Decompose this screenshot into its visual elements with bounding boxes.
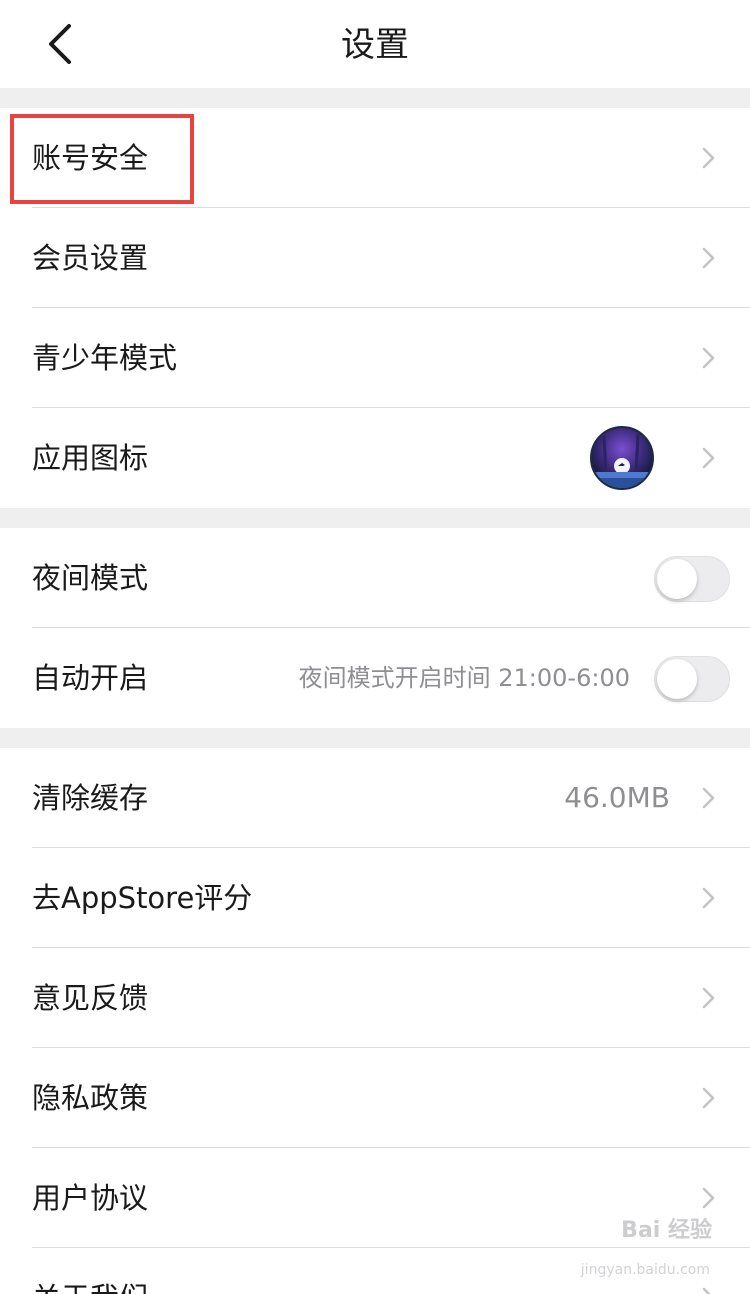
section-gap: [0, 88, 750, 108]
settings-row-feedback[interactable]: 意见反馈: [0, 948, 750, 1048]
night-scene-icon: [592, 428, 652, 488]
toggle-knob: [657, 559, 697, 599]
chevron-right-icon: [702, 1187, 715, 1209]
settings-row-appstore-rating[interactable]: 去AppStore评分: [0, 848, 750, 948]
chevron-right-icon: [702, 787, 715, 809]
row-label: 用户协议: [32, 1181, 149, 1215]
chevron-right-icon: [702, 447, 715, 469]
row-label: 意见反馈: [32, 981, 149, 1015]
row-label: 会员设置: [32, 241, 149, 275]
row-label: 应用图标: [32, 441, 149, 475]
row-label: 关于我们: [32, 1248, 148, 1294]
page-title: 设置: [341, 25, 409, 65]
chevron-right-icon: [702, 247, 715, 269]
chevron-right-icon: [702, 887, 715, 909]
toggle-knob: [657, 659, 697, 699]
settings-row-privacy-policy[interactable]: 隐私政策: [0, 1048, 750, 1148]
settings-row-app-icon[interactable]: 应用图标: [0, 408, 750, 508]
chevron-right-icon: [702, 1087, 715, 1109]
app-icon-preview: [590, 426, 654, 490]
night-mode-toggle[interactable]: [654, 556, 730, 602]
chevron-right-icon: [702, 147, 715, 169]
settings-row-account-security[interactable]: 账号安全: [0, 108, 750, 208]
row-label: 隐私政策: [32, 1081, 149, 1115]
settings-row-youth-mode[interactable]: 青少年模式: [0, 308, 750, 408]
baidu-watermark-logo: Bai 经验: [621, 1218, 712, 1243]
row-label: 夜间模式: [32, 561, 149, 595]
chevron-right-icon: [702, 347, 715, 369]
night-schedule-text: 夜间模式开启时间 21:00-6:00: [298, 664, 630, 692]
chevron-right-icon: [702, 987, 715, 1009]
row-label: 去AppStore评分: [32, 881, 253, 915]
chevron-right-icon: [702, 1287, 711, 1294]
settings-row-clear-cache[interactable]: 清除缓存 46.0MB: [0, 748, 750, 848]
settings-row-membership[interactable]: 会员设置: [0, 208, 750, 308]
row-label: 账号安全: [32, 141, 149, 175]
section-gap: [0, 728, 750, 748]
cache-size-value: 46.0MB: [564, 781, 670, 814]
row-label: 自动开启: [32, 661, 149, 695]
section-gap: [0, 508, 750, 528]
settings-row-auto-enable: 自动开启 夜间模式开启时间 21:00-6:00: [0, 628, 750, 728]
row-label: 青少年模式: [32, 341, 178, 375]
row-label: 清除缓存: [32, 781, 149, 815]
baidu-watermark-url: jingyan.baidu.com: [580, 1262, 710, 1278]
navigation-bar: 设置: [0, 0, 750, 88]
auto-enable-toggle[interactable]: [654, 656, 730, 702]
settings-row-night-mode: 夜间模式: [0, 528, 750, 628]
